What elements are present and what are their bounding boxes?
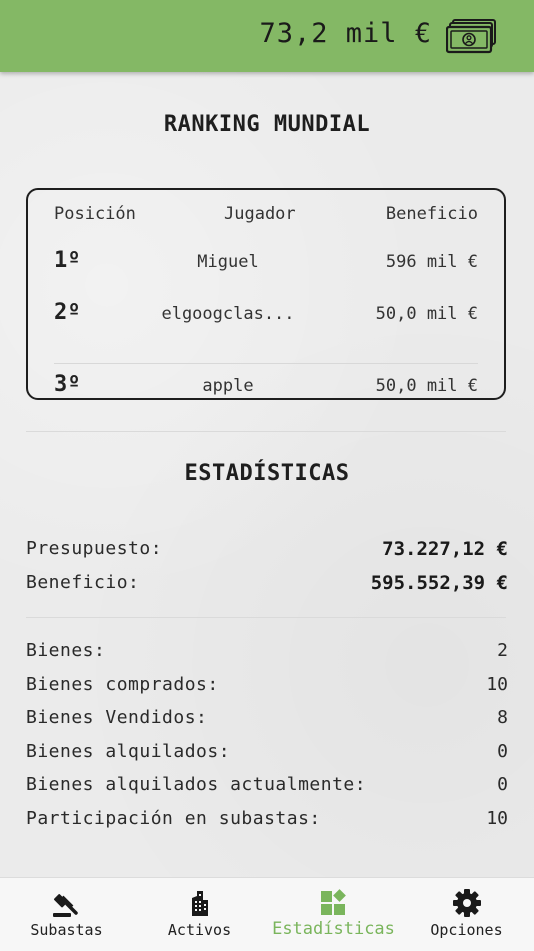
stat-value: 0 [497,774,508,795]
ranking-profit: 50,0 mil € [375,376,478,396]
top-bar: 73,2 mil € [0,0,534,72]
balance-display: 73,2 mil € [259,18,432,49]
stat-label: Bienes comprados: [26,674,219,695]
nav-tab-activos[interactable]: Activos [133,878,266,951]
nav-label: Activos [167,921,232,939]
ranking-position: 2º [54,300,81,325]
ranking-row: 2º elgoogclas... 50,0 mil € [28,300,504,330]
column-header-position: Posición [54,204,136,224]
stat-label: Presupuesto: [26,538,163,559]
stat-value: 10 [486,808,508,829]
nav-label: Subastas [30,921,103,939]
ranking-player: Miguel [197,252,259,272]
nav-label: Estadísticas [272,919,395,939]
buildings-icon [191,891,208,916]
stat-value: 595.552,39 € [370,572,508,594]
stat-label: Bienes alquilados actualmente: [26,774,367,795]
section-divider [26,617,506,618]
ranking-title: RANKING MUNDIAL [163,112,371,137]
nav-tab-subastas[interactable]: Subastas [0,878,133,951]
stat-label: Participación en subastas: [26,808,321,829]
ranking-row: 3º apple 50,0 mil € [28,372,504,402]
nav-label: Opciones [430,921,503,939]
stat-value: 10 [486,674,508,695]
gear-icon [452,889,481,917]
stat-label: Bienes Vendidos: [26,707,208,728]
column-header-player: Jugador [224,204,296,224]
stat-value: 8 [497,707,508,728]
stat-label: Bienes alquilados: [26,741,231,762]
ranking-player: apple [202,376,254,396]
ranking-position: 1º [54,248,81,273]
stat-value: 0 [497,741,508,762]
nav-tab-opciones[interactable]: Opciones [400,878,533,951]
row-divider [54,363,478,364]
dashboard-icon [320,889,346,915]
stat-value: 2 [497,640,508,661]
ranking-profit: 596 mil € [385,252,478,272]
stat-value: 73.227,12 € [382,538,508,560]
ranking-position: 3º [54,372,81,397]
statistics-title: ESTADÍSTICAS [184,461,350,486]
nav-tab-estadisticas[interactable]: Estadísticas [267,878,400,951]
gavel-icon [52,894,78,917]
stat-label: Beneficio: [26,572,140,593]
bottom-navigation: Subastas Activos Estadísticas Opciones [0,877,534,951]
ranking-player: elgoogclas... [161,304,295,324]
ranking-table: Posición Jugador Beneficio 1º Miguel 596… [26,188,506,400]
section-divider [26,431,506,432]
money-bills-icon [446,19,496,54]
ranking-profit: 50,0 mil € [375,304,478,324]
column-header-profit: Beneficio [385,204,478,224]
ranking-row: 1º Miguel 596 mil € [28,248,504,278]
stat-label: Bienes: [26,640,106,661]
